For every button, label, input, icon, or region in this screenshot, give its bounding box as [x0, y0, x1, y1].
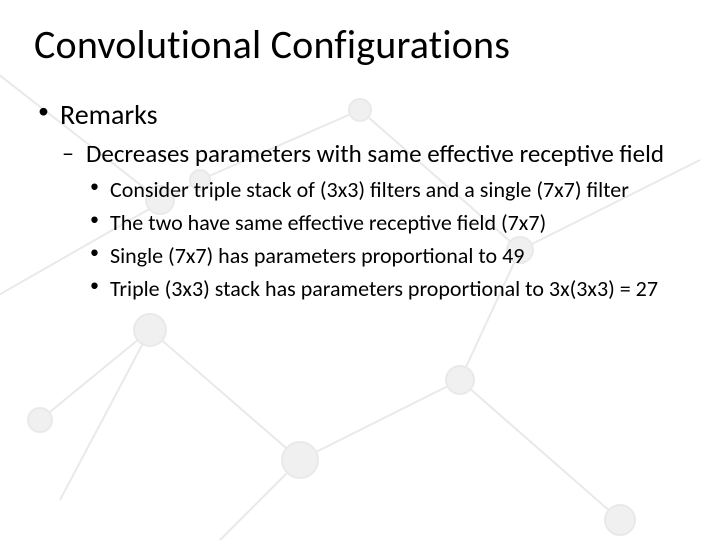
- bullet-text: Remarks: [60, 97, 158, 132]
- slide: Convolutional Configurations Remarks Dec…: [0, 0, 720, 540]
- bullet-lvl3: The two have same effective receptive fi…: [86, 208, 686, 237]
- bullet-list-level-1: Remarks Decreases parameters with same e…: [34, 97, 686, 303]
- bullet-text: Decreases parameters with same effective…: [86, 138, 664, 169]
- bullet-lvl3: Triple (3x3) stack has parameters propor…: [86, 274, 686, 303]
- bullet-list-level-2: Decreases parameters with same effective…: [60, 138, 686, 303]
- bullet-list-level-3: Consider triple stack of (3x3) filters a…: [86, 175, 686, 303]
- bullet-text: Triple (3x3) stack has parameters propor…: [110, 275, 658, 302]
- bullet-text: Consider triple stack of (3x3) filters a…: [110, 176, 629, 203]
- bullet-text: The two have same effective receptive fi…: [110, 209, 546, 236]
- bullet-text: Single (7x7) has parameters proportional…: [110, 242, 524, 269]
- bullet-lvl1: Remarks Decreases parameters with same e…: [34, 97, 686, 303]
- slide-title: Convolutional Configurations: [34, 20, 686, 69]
- slide-content: Convolutional Configurations Remarks Dec…: [0, 0, 720, 303]
- bullet-lvl3: Single (7x7) has parameters proportional…: [86, 241, 686, 270]
- bullet-lvl2: Decreases parameters with same effective…: [60, 138, 686, 303]
- bullet-lvl3: Consider triple stack of (3x3) filters a…: [86, 175, 686, 204]
